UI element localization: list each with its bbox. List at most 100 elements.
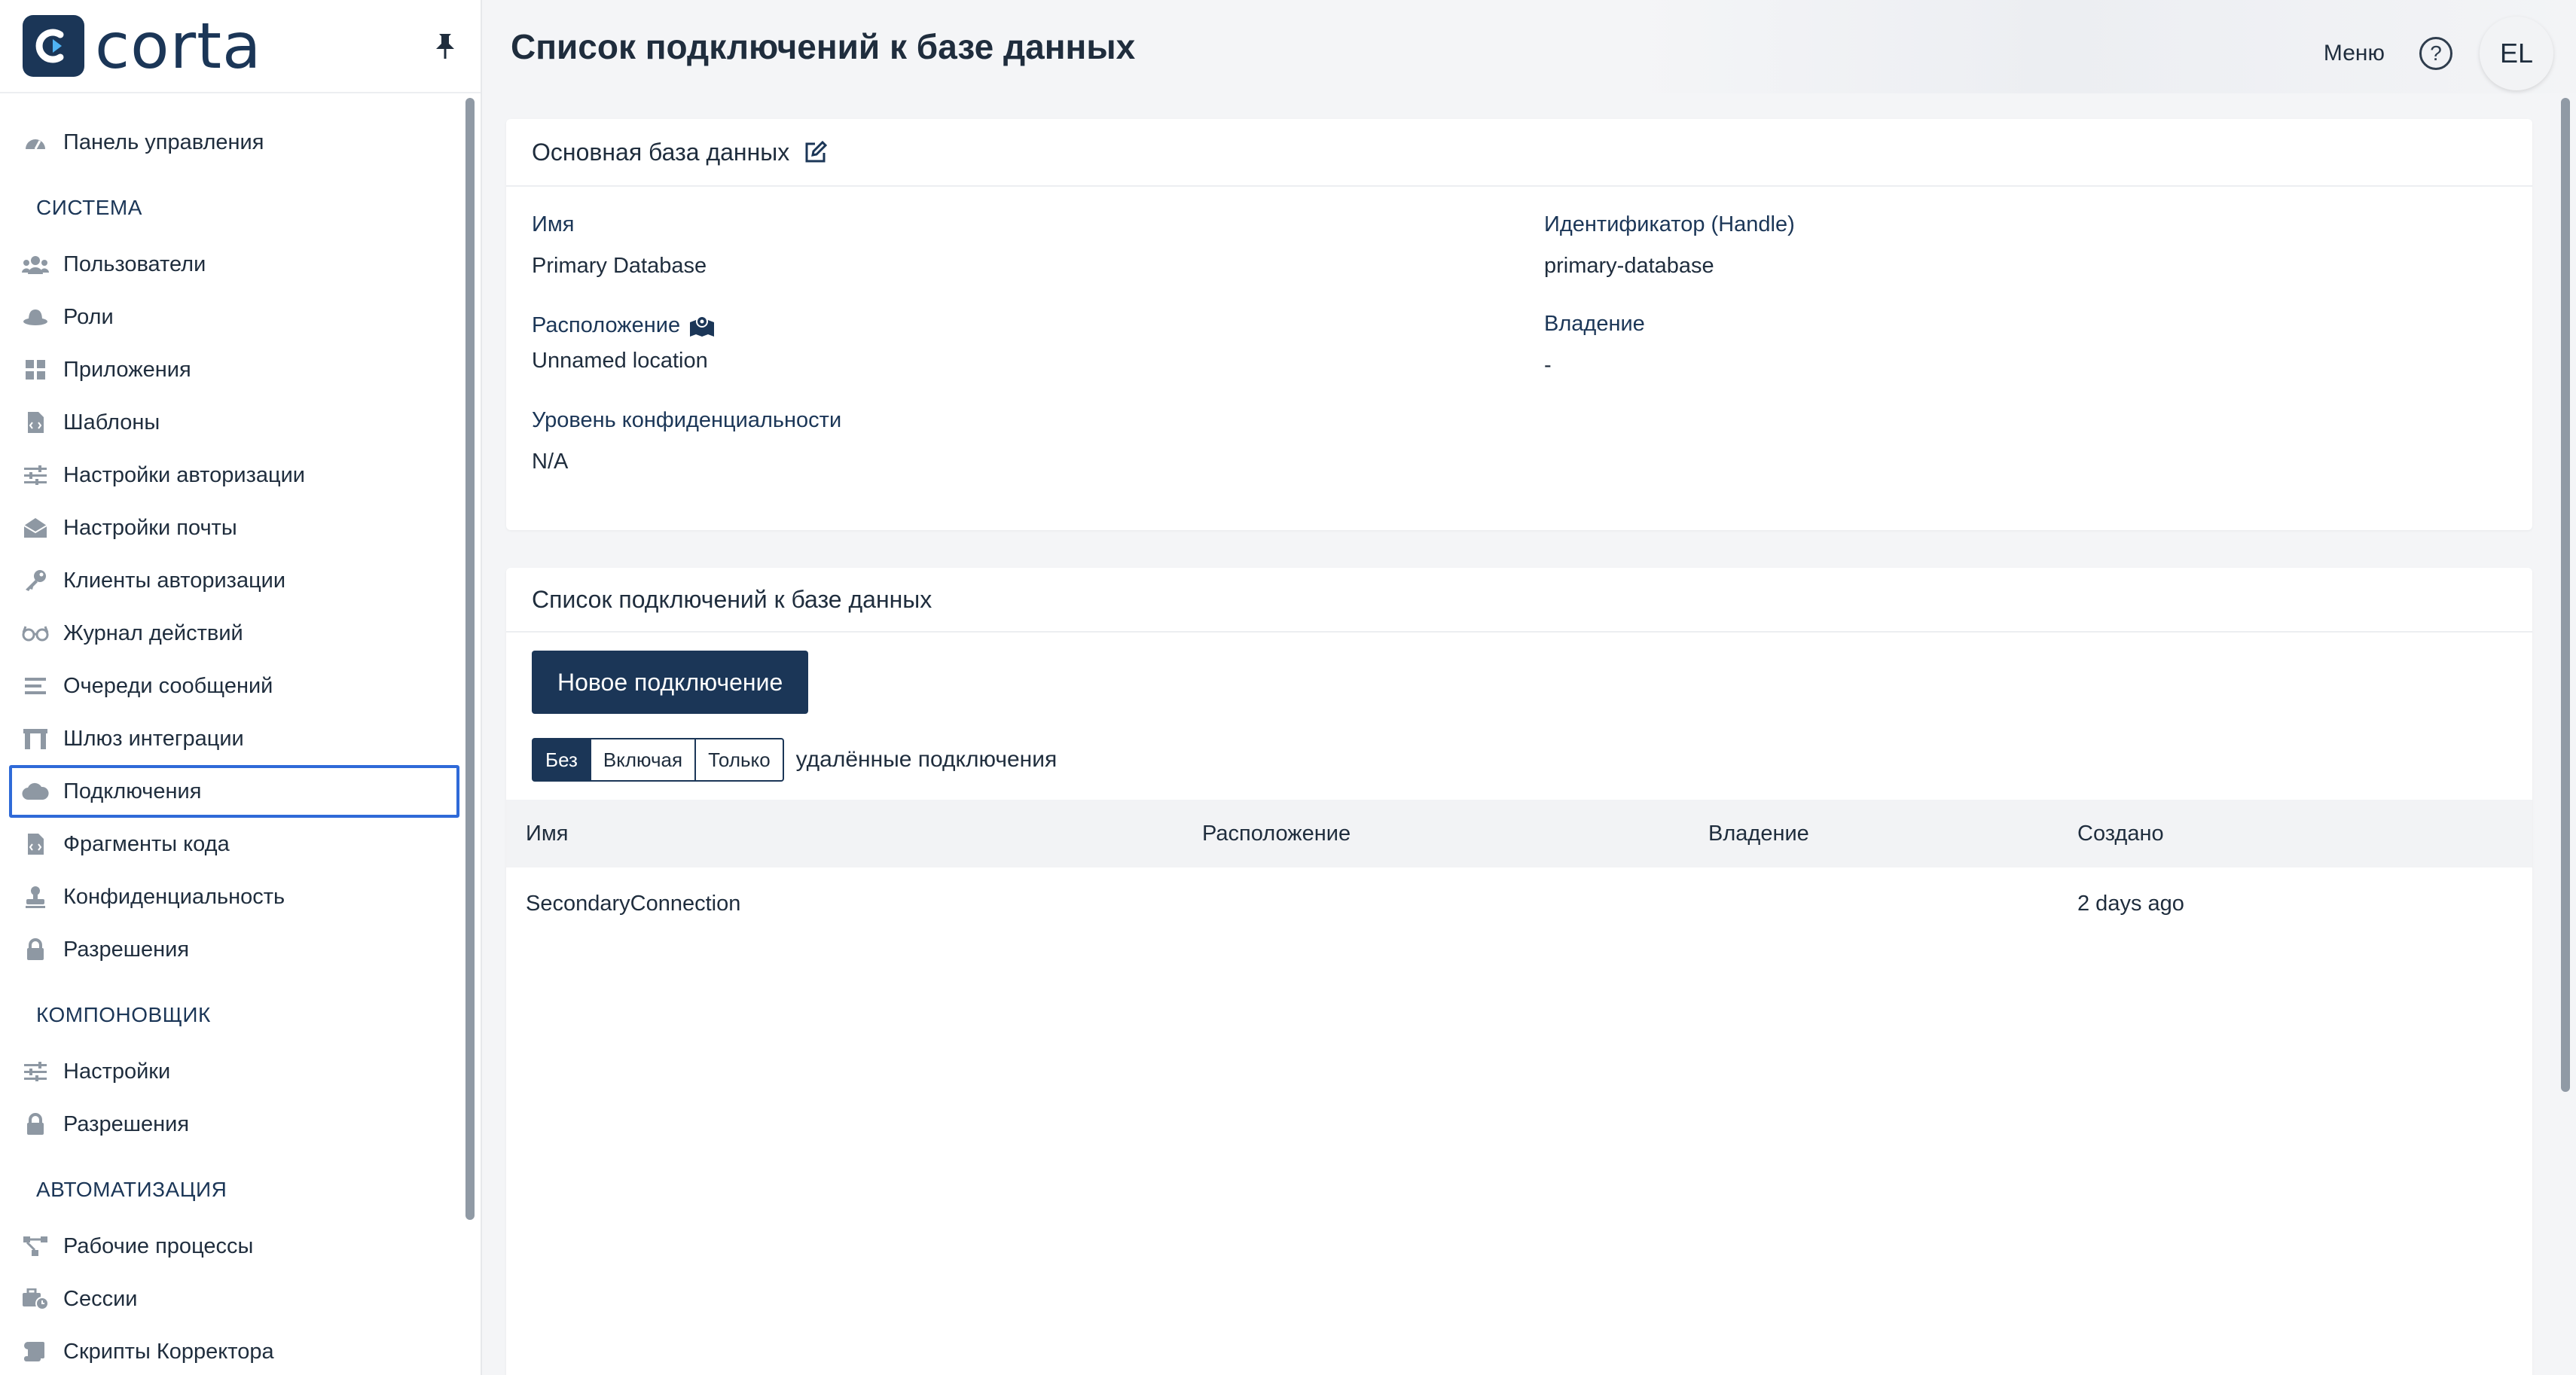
sessions-icon [21,1287,50,1311]
sidebar-item-roles[interactable]: Роли [0,291,481,343]
name-field: Имя Primary Database [532,212,707,279]
list-icon [21,674,50,698]
sidebar-item-privacy[interactable]: Конфиденциальность [0,870,481,923]
sidebar-item-message-queues[interactable]: Очереди сообщений [0,660,481,712]
card-header: Список подключений к базе данных [506,568,2532,633]
sidebar-item-label: Скрипты Корректора [63,1339,274,1364]
sidebar-item-corrector-scripts[interactable]: Скрипты Корректора [0,1325,481,1375]
sidebar-item-label: Настройки авторизации [63,462,305,487]
main-scrollbar[interactable] [2561,98,2570,1092]
menu-button[interactable]: Меню [2324,41,2385,66]
handle-field: Идентификатор (Handle) primary-database [1544,212,1795,279]
sidebar-item-integration-gateway[interactable]: Шлюз интеграции [0,712,481,765]
sidebar-item-label: Настройки почты [63,515,237,540]
field-value: Primary Database [532,254,707,278]
field-value: - [1544,353,1552,377]
sidebar-item-label: Роли [63,304,114,329]
workflow-icon [21,1234,50,1258]
gateway-icon [21,727,50,751]
column-header-name[interactable]: Имя [526,822,569,846]
column-header-created[interactable]: Создано [2077,822,2164,846]
cell-created: 2 days ago [2077,891,2184,916]
table-header: Имя Расположение Владение Создано [506,800,2532,867]
file-code-icon [21,410,50,434]
ownership-field: Владение - [1544,312,1645,378]
field-value: N/A [532,450,569,474]
brand-header: corta [0,0,481,93]
sidebar-item-label: Журнал действий [63,620,243,645]
filter-option-without[interactable]: Без [532,738,591,782]
sidebar-item-composer-settings[interactable]: Настройки [0,1045,481,1098]
field-value: Unnamed location [532,349,708,373]
scroll-icon [21,1340,50,1364]
sidebar-scrollbar[interactable] [465,98,475,1220]
top-bar: Список подключений к базе данных Меню ? … [482,0,2576,93]
sidebar-item-label: Панель управления [63,130,264,154]
sidebar-item-label: Настройки [63,1059,171,1084]
table-row[interactable]: SecondaryConnection 2 days ago [506,867,2532,940]
sidebar-item-label: Фрагменты кода [63,831,230,856]
sidebar-item-code-snippets[interactable]: Фрагменты кода [0,818,481,870]
sidebar-item-auth-clients[interactable]: Клиенты авторизации [0,554,481,607]
sidebar-item-audit-log[interactable]: Журнал действий [0,607,481,660]
card-title: Список подключений к базе данных [532,585,932,613]
corta-logo-icon[interactable] [23,15,84,77]
pin-icon[interactable] [432,32,458,60]
lock-icon [21,1112,50,1136]
sidebar-item-label: Конфиденциальность [63,884,285,909]
sidebar: corta Панель управления СИСТЕМА Пользова… [0,0,482,1375]
sidebar-section-title: КОМПОНОВЩИК [36,1003,211,1026]
map-marker-icon[interactable] [689,315,715,337]
sliders-icon [21,1059,50,1084]
sidebar-item-templates[interactable]: Шаблоны [0,396,481,449]
cell-name[interactable]: SecondaryConnection [526,892,740,916]
sidebar-item-users[interactable]: Пользователи [0,238,481,291]
help-icon[interactable]: ? [2419,37,2452,70]
card-header: Основная база данных [506,119,2532,187]
avatar[interactable]: EL [2480,17,2553,90]
filter-suffix-label: удалённые подключения [795,747,1058,772]
new-connection-button[interactable]: Новое подключение [532,651,809,714]
hat-icon [21,305,50,329]
file-code-icon [21,832,50,856]
column-header-ownership[interactable]: Владение [1708,822,1809,846]
database-details-card: Основная база данных Имя Primary Databas… [506,119,2532,530]
lock-icon [21,938,50,962]
envelope-open-icon [21,516,50,540]
sidebar-item-auth-settings[interactable]: Настройки авторизации [0,449,481,502]
sensitivity-field: Уровень конфиденциальности N/A [532,408,841,474]
column-header-location[interactable]: Расположение [1202,822,1351,846]
sliders-icon [21,463,50,487]
field-value: primary-database [1544,254,1714,278]
page-title: Список подключений к базе данных [511,27,1136,66]
sidebar-nav: Панель управления СИСТЕМА Пользователи Р… [0,93,481,1375]
sidebar-item-label: Разрешения [63,937,190,962]
connections-list-card: Список подключений к базе данных Новое п… [506,568,2532,1375]
sidebar-item-connections[interactable]: Подключения [9,765,459,818]
filter-option-only[interactable]: Только [694,738,784,782]
sidebar-item-permissions[interactable]: Разрешения [0,923,481,976]
card-title: Основная база данных [532,138,790,166]
filter-option-including[interactable]: Включая [589,738,697,782]
deleted-filter: Без Включая Только удалённые подключения [532,738,1057,782]
location-field: Расположение Unnamed location [532,313,715,373]
sidebar-item-sessions[interactable]: Сессии [0,1273,481,1325]
sidebar-item-dashboard[interactable]: Панель управления [0,116,481,169]
sidebar-item-label: Пользователи [63,252,206,276]
users-icon [21,252,50,276]
field-label: Идентификатор (Handle) [1544,212,1795,236]
sidebar-item-apps[interactable]: Приложения [0,343,481,396]
sidebar-item-label: Приложения [63,357,191,382]
location-label: Расположение [532,313,681,337]
sidebar-item-mail-settings[interactable]: Настройки почты [0,502,481,554]
field-label: Имя [532,212,575,236]
sidebar-section-title: СИСТЕМА [36,196,142,219]
sidebar-item-label: Очереди сообщений [63,673,273,698]
sidebar-item-label: Клиенты авторизации [63,568,286,593]
sidebar-item-label: Разрешения [63,1111,190,1136]
edit-icon[interactable] [804,140,828,163]
sidebar-item-label: Рабочие процессы [63,1233,254,1258]
sidebar-item-composer-permissions[interactable]: Разрешения [0,1098,481,1151]
sidebar-item-workflows[interactable]: Рабочие процессы [0,1220,481,1273]
top-actions: Меню ? EL [2324,17,2553,90]
